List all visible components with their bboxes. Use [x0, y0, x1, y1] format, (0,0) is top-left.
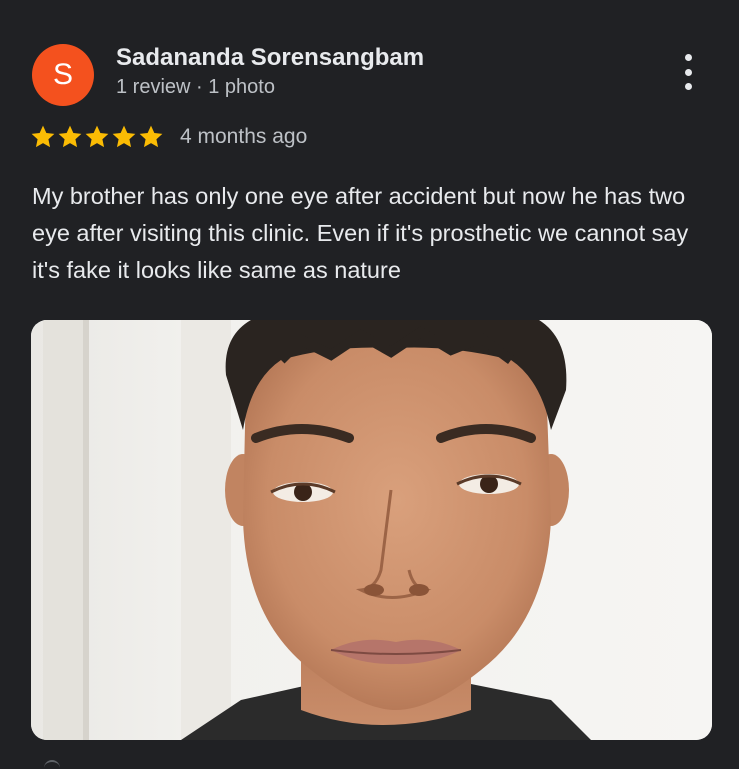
star-icon — [85, 125, 109, 148]
star-icon — [58, 125, 82, 148]
star-rating — [30, 124, 164, 150]
next-review-hint — [44, 760, 60, 768]
review-photo-image — [31, 320, 712, 740]
more-options-button[interactable] — [672, 54, 704, 90]
star-icon — [112, 125, 136, 148]
rating-row: 4 months ago — [30, 124, 307, 150]
more-vert-icon-dot — [684, 54, 692, 61]
star-icon — [139, 125, 163, 148]
review-text: My brother has only one eye after accide… — [32, 183, 689, 283]
avatar[interactable]: S — [32, 44, 94, 106]
more-vert-icon-dot — [684, 83, 692, 90]
review-time: 4 months ago — [180, 125, 308, 148]
review-photo[interactable] — [31, 320, 712, 740]
more-vert-icon-dot — [684, 68, 692, 76]
review-card: S Sadananda Sorensangbam 1 review · 1 ph… — [0, 0, 739, 769]
author-meta: 1 review · 1 photo — [116, 76, 275, 98]
star-icon — [31, 125, 55, 148]
author-name[interactable]: Sadananda Sorensangbam — [116, 44, 424, 72]
